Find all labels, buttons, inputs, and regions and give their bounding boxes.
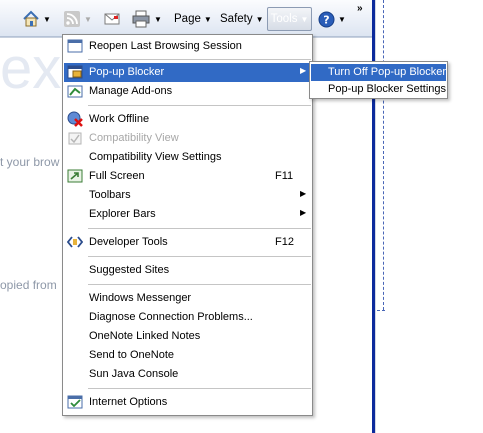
popup-blocker-submenu: Turn Off Pop-up Blocker Pop-up Blocker S… [309, 61, 448, 99]
reopen-session-icon [67, 39, 83, 53]
menu-item-label: Sun Java Console [89, 368, 179, 380]
menu-item-toolbars[interactable]: Toolbars ▶ [64, 186, 311, 205]
shortcut-key: F12 [275, 236, 294, 248]
tools-dropdown-icon: ▼ [300, 14, 309, 24]
tools-menu: Reopen Last Browsing Session Pop-up Bloc… [62, 34, 313, 416]
help-dropdown-icon[interactable]: ▼ [338, 15, 346, 24]
compatibility-view-icon [68, 132, 82, 145]
menu-separator [88, 228, 311, 229]
home-button[interactable]: ▼ [22, 9, 51, 29]
menu-item-label: Full Screen [89, 170, 145, 182]
menu-item-send-to-onenote[interactable]: Send to OneNote [64, 346, 311, 365]
command-bar: ▼ ▼ ▼ Page ▼ Safety ▼ Tools ▼ ? ▼ » [0, 0, 372, 37]
menu-item-internet-options[interactable]: Internet Options [64, 393, 311, 412]
submenu-item-popup-blocker-settings[interactable]: Pop-up Blocker Settings [311, 81, 446, 98]
menu-item-popup-blocker[interactable]: Pop-up Blocker ▶ [64, 63, 311, 82]
menu-item-label: Reopen Last Browsing Session [89, 40, 242, 52]
menu-item-label: Internet Options [89, 396, 168, 408]
menu-item-diagnose-connection[interactable]: Diagnose Connection Problems... [64, 308, 311, 327]
menu-item-explorer-bars[interactable]: Explorer Bars ▶ [64, 205, 311, 224]
menu-separator [88, 59, 311, 60]
menu-item-label: Windows Messenger [89, 292, 192, 304]
submenu-arrow-icon: ▶ [300, 66, 307, 75]
manage-addons-icon [67, 85, 83, 98]
print-dropdown-icon[interactable]: ▼ [154, 15, 162, 24]
feeds-button[interactable]: ▼ [63, 9, 92, 29]
menu-item-reopen-last-session[interactable]: Reopen Last Browsing Session [64, 37, 311, 56]
printer-icon [132, 10, 150, 28]
print-button[interactable]: ▼ [131, 9, 162, 29]
menu-item-compatibility-view-settings[interactable]: Compatibility View Settings [64, 148, 311, 167]
home-icon [23, 10, 39, 27]
submenu-item-turn-off-popup-blocker[interactable]: Turn Off Pop-up Blocker [311, 64, 446, 81]
submenu-item-label: Turn Off Pop-up Blocker [328, 66, 446, 78]
menu-item-label: Diagnose Connection Problems... [89, 311, 253, 323]
safety-dropdown-icon: ▼ [255, 14, 264, 24]
read-mail-button[interactable] [103, 9, 121, 29]
toolbar-overflow-chevron[interactable]: » [357, 3, 363, 14]
help-icon: ? [318, 11, 335, 27]
page-text-fragment-1: t your brow [0, 155, 60, 169]
menu-separator [88, 256, 311, 257]
menu-item-developer-tools[interactable]: Developer Tools F12 [64, 233, 311, 252]
menu-item-compatibility-view[interactable]: Compatibility View [64, 129, 311, 148]
menu-item-windows-messenger[interactable]: Windows Messenger [64, 289, 311, 308]
popup-blocker-icon [67, 65, 83, 79]
tools-menu-button[interactable]: Tools ▼ [267, 7, 312, 31]
home-dropdown-icon[interactable]: ▼ [43, 15, 51, 24]
internet-options-icon [67, 395, 83, 409]
menu-separator [88, 105, 311, 106]
submenu-arrow-icon: ▶ [300, 189, 307, 198]
feeds-icon [64, 11, 80, 27]
menu-separator [88, 388, 311, 389]
menu-item-full-screen[interactable]: Full Screen F11 [64, 167, 311, 186]
menu-item-sun-java-console[interactable]: Sun Java Console [64, 365, 311, 384]
feeds-dropdown-icon[interactable]: ▼ [84, 15, 92, 24]
menu-item-manage-addons[interactable]: Manage Add-ons [64, 82, 311, 101]
submenu-arrow-icon: ▶ [300, 208, 307, 217]
menu-item-label: Toolbars [89, 189, 131, 201]
mail-icon [104, 13, 120, 25]
menu-item-label: Compatibility View Settings [89, 151, 222, 163]
page-text-fragment-2: opied from [0, 278, 57, 292]
menu-item-label: Compatibility View [89, 132, 179, 144]
menu-separator [88, 284, 311, 285]
full-screen-icon [67, 169, 83, 183]
menu-item-label: OneNote Linked Notes [89, 330, 201, 342]
menu-item-label: Send to OneNote [89, 349, 175, 361]
safety-menu-label: Safety [220, 13, 253, 25]
tools-menu-label: Tools [270, 13, 298, 25]
page-menu-label: Page [174, 13, 201, 25]
page-menu-button[interactable]: Page ▼ [174, 9, 212, 29]
menu-item-label: Explorer Bars [89, 208, 156, 220]
page-dropdown-icon: ▼ [203, 14, 212, 24]
menu-item-onenote-linked-notes[interactable]: OneNote Linked Notes [64, 327, 311, 346]
menu-item-label: Suggested Sites [89, 264, 170, 276]
menu-item-label: Work Offline [89, 113, 150, 125]
menu-item-label: Pop-up Blocker [89, 66, 165, 78]
shortcut-key: F11 [275, 170, 294, 182]
menu-item-work-offline[interactable]: Work Offline [64, 110, 311, 129]
menu-item-suggested-sites[interactable]: Suggested Sites [64, 261, 311, 280]
help-button[interactable]: ? ▼ [318, 9, 346, 29]
safety-menu-button[interactable]: Safety ▼ [220, 9, 264, 29]
dashed-guide-horizontal [377, 310, 385, 311]
svg-text:?: ? [323, 13, 329, 26]
submenu-item-label: Pop-up Blocker Settings [328, 83, 447, 95]
dashed-guide-vertical [383, 0, 384, 310]
developer-tools-icon [67, 236, 83, 248]
menu-item-label: Developer Tools [89, 236, 168, 248]
work-offline-icon [67, 111, 83, 127]
menu-item-label: Manage Add-ons [89, 85, 173, 97]
